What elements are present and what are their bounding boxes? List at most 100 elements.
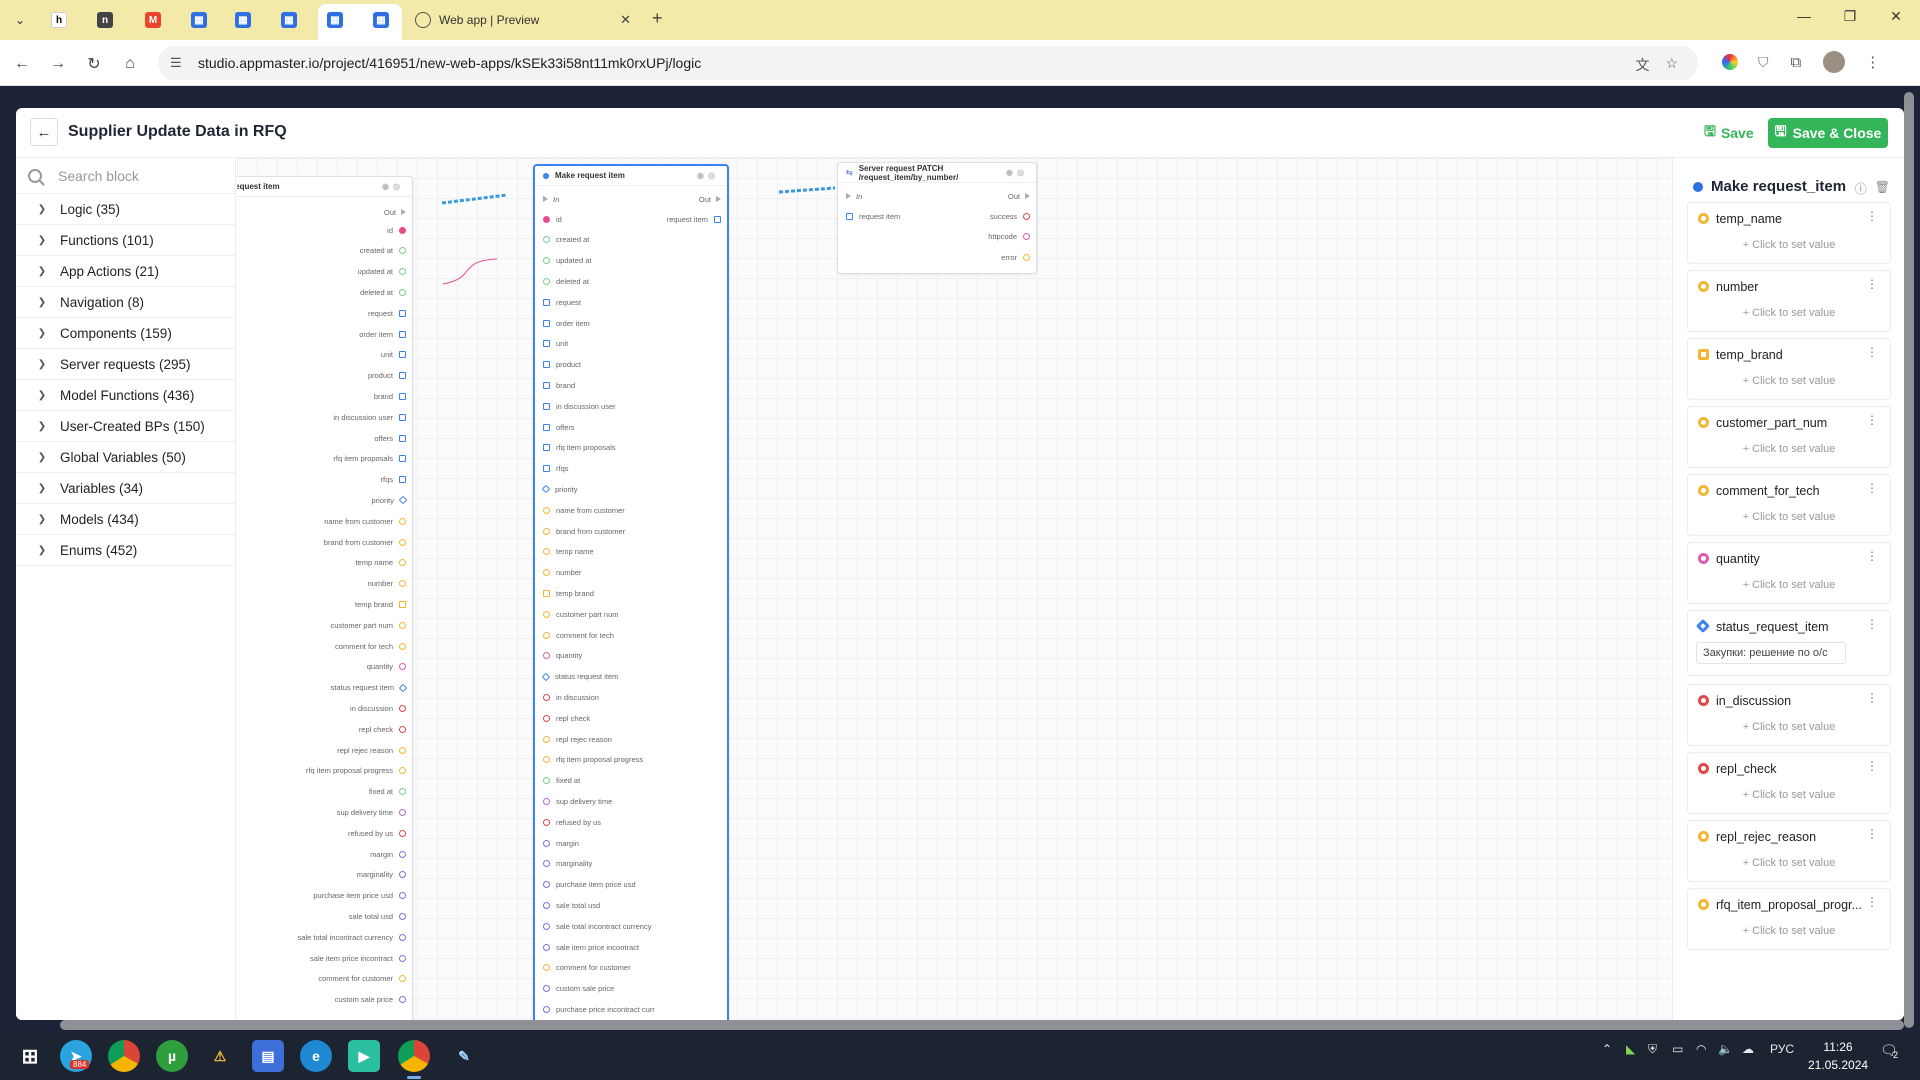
url-input[interactable]: ☰ studio.appmaster.io/project/416951/new… — [158, 46, 1698, 80]
node-field[interactable]: created at — [543, 233, 589, 247]
pin-icon[interactable] — [543, 839, 550, 847]
set-value-button[interactable]: + Click to set value — [1688, 925, 1890, 937]
pin-icon[interactable] — [543, 548, 550, 556]
node-field[interactable]: customer part num — [543, 607, 619, 621]
node-field[interactable]: in discussion — [543, 690, 599, 704]
node-field[interactable]: temp name — [543, 545, 594, 559]
node-field[interactable]: brand — [374, 389, 406, 403]
pin-icon[interactable] — [543, 610, 550, 618]
category-item[interactable]: ❯ Models (434) — [16, 504, 235, 535]
pinned-tab[interactable]: n — [92, 8, 118, 32]
node-field[interactable]: id — [543, 212, 562, 226]
pin-icon[interactable] — [543, 340, 550, 348]
server-request-node[interactable]: ⇆ Server request PATCH /request_item/by_… — [837, 162, 1037, 274]
pin-icon[interactable] — [543, 922, 550, 930]
node-field[interactable]: rfq item proposals — [333, 452, 406, 466]
pin-icon[interactable] — [543, 319, 550, 327]
tray-expand-icon[interactable]: ⌃ — [1602, 1042, 1612, 1056]
node-actions-icon[interactable]: ◉◎ — [697, 171, 719, 180]
pin-icon[interactable] — [399, 559, 406, 567]
pinned-tab[interactable]: ▦ — [368, 8, 394, 32]
set-value-button[interactable]: + Click to set value — [1688, 307, 1890, 319]
pin-icon[interactable] — [1023, 254, 1030, 262]
kebab-menu-icon[interactable]: ⋮ — [1866, 413, 1878, 427]
pin-icon[interactable] — [543, 569, 550, 577]
node-field[interactable]: status request item — [541, 670, 618, 684]
exec-pin-icon[interactable] — [846, 193, 851, 199]
node-field[interactable]: sale total usd — [349, 909, 406, 923]
set-value-button[interactable]: + Click to set value — [1688, 239, 1890, 251]
shield-tray-icon[interactable]: ⛨ — [1648, 1042, 1657, 1057]
set-value-button[interactable]: + Click to set value — [1688, 375, 1890, 387]
pin-icon[interactable] — [543, 506, 550, 514]
node-field[interactable]: brand from customer — [324, 535, 406, 549]
node-field[interactable]: purchase item price usd — [543, 878, 636, 892]
node-field[interactable]: comment for customer — [318, 972, 406, 986]
param-select[interactable]: Закупки: решение по о/с — [1696, 642, 1846, 664]
node-field[interactable]: deleted at — [543, 274, 589, 288]
set-value-button[interactable]: + Click to set value — [1688, 511, 1890, 523]
pin-icon[interactable] — [399, 580, 406, 588]
pin-icon[interactable] — [399, 850, 406, 858]
node-field[interactable]: rfqs — [543, 462, 569, 476]
node-field[interactable]: order item — [359, 327, 406, 341]
node-field[interactable]: temp brand — [355, 597, 406, 611]
node-field[interactable]: deleted at — [360, 285, 406, 299]
pin-icon[interactable] — [399, 309, 406, 317]
pin-icon[interactable] — [399, 247, 406, 255]
node-field[interactable]: offers — [374, 431, 406, 445]
node-field[interactable]: status request item — [331, 681, 408, 695]
kebab-menu-icon[interactable]: ⋮ — [1866, 827, 1878, 841]
kebab-menu-icon[interactable]: ⋮ — [1866, 277, 1878, 291]
kebab-menu-icon[interactable]: ⋮ — [1866, 549, 1878, 563]
pin-icon[interactable] — [543, 465, 550, 473]
node-field[interactable]: priority — [371, 493, 408, 507]
pin-icon[interactable] — [543, 1005, 550, 1013]
clock[interactable]: 11:26 21.05.2024 — [1808, 1038, 1868, 1074]
node-actions-icon[interactable]: ◉◎ — [382, 182, 404, 191]
tab-web-app-preview[interactable]: Web app | Preview ✕ — [405, 6, 641, 34]
windows-start-icon[interactable]: ⊞ — [14, 1040, 46, 1072]
trash-icon[interactable]: 🗑 — [1875, 180, 1890, 197]
kebab-menu-icon[interactable]: ⋮ — [1866, 691, 1878, 705]
node-field[interactable]: temp name — [355, 556, 406, 570]
node-field[interactable]: customer part num — [330, 618, 406, 632]
wifi-icon[interactable]: ◠ — [1696, 1042, 1706, 1056]
save-app-icon[interactable]: ▤ — [252, 1040, 284, 1072]
pin-icon[interactable] — [398, 496, 408, 505]
pin-icon[interactable] — [543, 985, 550, 993]
node-field[interactable]: name from customer — [324, 514, 406, 528]
pin-icon[interactable] — [399, 413, 406, 421]
pinned-tab[interactable]: ▦ — [322, 8, 348, 32]
horizontal-scrollbar[interactable] — [60, 1020, 1904, 1030]
category-item[interactable]: ❯ Components (159) — [16, 318, 235, 349]
input-pin[interactable]: request item — [846, 209, 900, 223]
pin-icon[interactable] — [543, 964, 550, 972]
pin-icon[interactable] — [399, 517, 406, 525]
node-field[interactable]: comment for tech — [543, 628, 614, 642]
chrome-icon[interactable] — [108, 1040, 140, 1072]
node-field[interactable]: brand — [543, 378, 575, 392]
pin-icon[interactable] — [399, 351, 406, 359]
node-field[interactable]: comment for customer — [543, 961, 631, 975]
category-item[interactable]: ❯ Logic (35) — [16, 194, 235, 225]
node-field[interactable]: success — [990, 209, 1030, 223]
output-pin[interactable]: request item — [667, 212, 721, 226]
node-field[interactable]: rfq item proposal progress — [306, 764, 406, 778]
pinned-tab[interactable]: ▦ — [230, 8, 256, 32]
node-field[interactable]: request — [368, 306, 406, 320]
kebab-menu-icon[interactable]: ⋮ — [1866, 209, 1878, 223]
cloud-icon[interactable]: ☁ — [1742, 1042, 1754, 1056]
node-field[interactable]: fixed at — [369, 785, 406, 799]
node-field[interactable]: sale total incontract currency — [543, 919, 651, 933]
make-request-item-node[interactable]: Make request item ◉◎ In Out request item id… — [533, 164, 729, 1020]
forward-arrow-icon[interactable]: → — [46, 52, 70, 76]
pin-icon[interactable] — [543, 693, 550, 701]
category-item[interactable]: ❯ Functions (101) — [16, 225, 235, 256]
pin-icon[interactable] — [398, 683, 408, 692]
pin-icon[interactable] — [399, 725, 406, 733]
volume-icon[interactable]: 🔈 — [1718, 1042, 1733, 1056]
node-field[interactable]: marginality — [543, 857, 592, 871]
request-item-node[interactable]: request item ◉◎ Outtemidcreated atupdate… — [237, 176, 413, 1020]
exec-in-pin[interactable]: In — [543, 192, 559, 206]
